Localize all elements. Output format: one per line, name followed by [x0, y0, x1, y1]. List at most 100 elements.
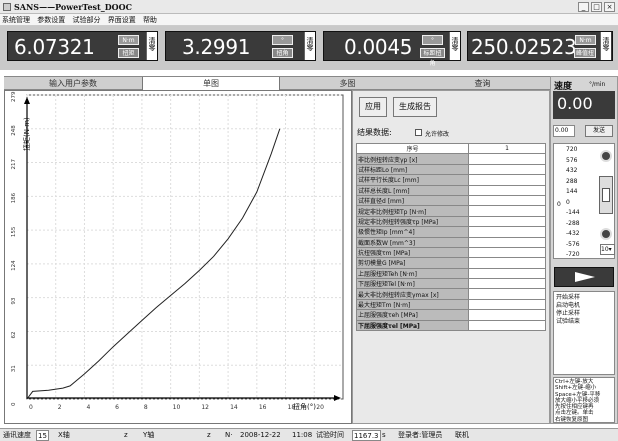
menu-test[interactable]: 试验部分 — [72, 14, 100, 26]
result-value-cell[interactable] — [468, 288, 546, 300]
menu-params[interactable]: 参数设置 — [37, 14, 65, 26]
result-label: 规定非比例扭转强度τp [MPa] — [356, 215, 469, 228]
result-label: 下屈服强度τel [MPa] — [356, 319, 469, 332]
y-tick-label: 31 — [11, 365, 17, 372]
results-table: 序号 1 非比例扭转应变γp [x] 试样标距Lo [mm] 试样平行长度Lc [mm… — [356, 142, 546, 332]
speed-scale-tick: -144 — [566, 209, 580, 216]
speed-down-knob[interactable] — [600, 228, 612, 240]
status-connection: 联机 — [455, 431, 469, 439]
x-tick-label: 0 — [29, 404, 33, 411]
y-tick-label: 93 — [11, 297, 17, 304]
torque-zero-button[interactable]: 清零 — [146, 32, 157, 60]
result-value-cell[interactable] — [468, 153, 546, 165]
x-tick-label: 14 — [230, 404, 238, 411]
y-tick-label: 155 — [11, 226, 17, 237]
chart-grid — [26, 94, 344, 400]
allow-edit-checkbox[interactable] — [415, 129, 422, 136]
result-label: 试样总长度L [mm] — [356, 184, 469, 196]
torque-label: 扭矩 — [118, 48, 139, 58]
result-label: 上屈服强度τeh [MPa] — [356, 309, 469, 321]
result-value-cell[interactable] — [468, 215, 546, 228]
result-label: 截面系数W [mm^3] — [356, 236, 469, 248]
angle-value: 3.2991 — [182, 35, 251, 59]
results-title: 结果数据: — [357, 128, 392, 137]
result-label: 最大非比例扭转应变γmax [x] — [356, 288, 469, 300]
result-value-cell[interactable] — [468, 205, 546, 217]
result-value-cell[interactable] — [468, 319, 546, 332]
status-unit1: z — [124, 431, 128, 439]
x-tick-label: 2 — [58, 404, 62, 411]
result-value-cell[interactable] — [468, 184, 546, 196]
log-line: 停止采样 — [556, 310, 581, 317]
table-row: 非比例扭转应变γp [x] — [356, 153, 546, 165]
readout-bar: 6.07321 N·m 扭矩 清零 3.2991 ° 扭角 清零 0.0045 … — [0, 26, 618, 70]
y-tick-label: 124 — [11, 260, 17, 271]
table-row: 试样直径d [mm] — [356, 194, 546, 207]
generate-report-button[interactable]: 生成报告 — [393, 97, 437, 117]
result-value-cell[interactable] — [468, 298, 546, 311]
speed-step-select[interactable]: 10▾ — [600, 244, 615, 255]
table-row: 截面系数W [mm^3] — [356, 236, 546, 248]
menu-ui[interactable]: 界面设置 — [108, 14, 136, 26]
result-label: 规定非比例扭矩Tp [N·m] — [356, 205, 469, 217]
angle-zero-button[interactable]: 清零 — [304, 32, 315, 60]
speed-scale-tick: 144 — [566, 188, 578, 195]
status-axis2: Y轴 — [143, 431, 155, 439]
table-row: 剪切模量G [MPa] — [356, 257, 546, 269]
minimize-button[interactable]: _ — [578, 2, 589, 12]
speed-up-knob[interactable] — [600, 150, 612, 162]
chart-ticks: 03162931241551862172482790 2 4 6 8 10 12 14 16 18… — [11, 91, 341, 411]
result-label: 下屈服扭矩Tel [N·m] — [356, 278, 469, 290]
menu-help[interactable]: 帮助 — [143, 14, 157, 26]
result-value-cell[interactable] — [468, 246, 546, 259]
peak-torque-readout: 250.02523 N·m 峰值扭 清零 — [467, 31, 613, 61]
peak-torque-zero-button[interactable]: 清零 — [600, 32, 611, 60]
result-label: 抗扭强度τm [MPa] — [356, 246, 469, 259]
x-tick-label: 10 — [173, 404, 181, 411]
result-label: 最大扭矩Tm [N·m] — [356, 298, 469, 311]
speed-slider[interactable] — [599, 176, 613, 214]
result-value-cell[interactable] — [468, 257, 546, 269]
result-value-cell[interactable] — [468, 194, 546, 207]
x-axis-label: 扭角(°) — [293, 402, 316, 411]
speed-input[interactable]: 0.00 — [553, 125, 575, 137]
tab-query[interactable]: 查询 — [415, 77, 550, 90]
close-button[interactable]: × — [604, 2, 615, 12]
gauge-angle-unit: ° — [422, 35, 443, 45]
result-label: 试样平行长度Lc [mm] — [356, 174, 469, 186]
menu-system[interactable]: 系统管理 — [2, 14, 30, 26]
tab-user-params[interactable]: 输入用户参数 — [4, 77, 142, 90]
tab-bar: 输入用户参数 单图 多图 查询 — [4, 76, 550, 90]
result-value-cell[interactable] — [468, 174, 546, 186]
window-title: SANS——PowerTest_DOOC — [14, 2, 132, 12]
apply-button[interactable]: 应用 — [359, 97, 387, 117]
log-line: 开始采样 — [556, 294, 581, 301]
hint-panel: Ctrl+左键-放大 Shift+左键-缩小 Space+左键-平移 放大缩小平移必须… — [553, 377, 615, 423]
tab-multi-chart[interactable]: 多图 — [280, 77, 415, 90]
result-value-cell[interactable] — [468, 278, 546, 290]
result-value-cell[interactable] — [468, 163, 546, 176]
status-speed-value: 15 — [36, 430, 49, 441]
speed-zero-prefix: 0 — [557, 201, 561, 208]
send-button[interactable]: 发送 — [585, 125, 613, 137]
maximize-button[interactable]: □ — [591, 2, 602, 12]
results-panel: 应用 生成报告 结果数据: 允许修改 序号 1 非比例扭转应变γp [x] 试样标距… — [352, 90, 550, 424]
result-value-cell[interactable] — [468, 236, 546, 248]
x-tick-label: 4 — [86, 404, 90, 411]
speed-scale-tick: -432 — [566, 230, 580, 237]
start-button[interactable] — [554, 267, 614, 287]
table-row: 上屈服扭矩Teh [N·m] — [356, 267, 546, 280]
result-value-cell[interactable] — [468, 309, 546, 321]
results-header-label: 序号 — [356, 142, 469, 155]
table-row: 下屈服扭矩Tel [N·m] — [356, 278, 546, 290]
tab-single-chart[interactable]: 单图 — [142, 77, 280, 90]
result-value-cell[interactable] — [468, 226, 546, 238]
x-tick-label: 20 — [316, 404, 324, 411]
gauge-angle-zero-button[interactable]: 清零 — [449, 32, 460, 60]
torque-unit: N·m — [118, 35, 139, 45]
speed-scale-tick: -720 — [566, 251, 580, 258]
chevron-down-icon: ▾ — [608, 246, 612, 253]
result-value-cell[interactable] — [468, 267, 546, 280]
x-tick-label: 6 — [115, 404, 119, 411]
chart-area[interactable]: 0 31 62 93 124 155 186 217 248 279 0 2 4 6 8 10 12 14 16 18… — [4, 90, 352, 424]
